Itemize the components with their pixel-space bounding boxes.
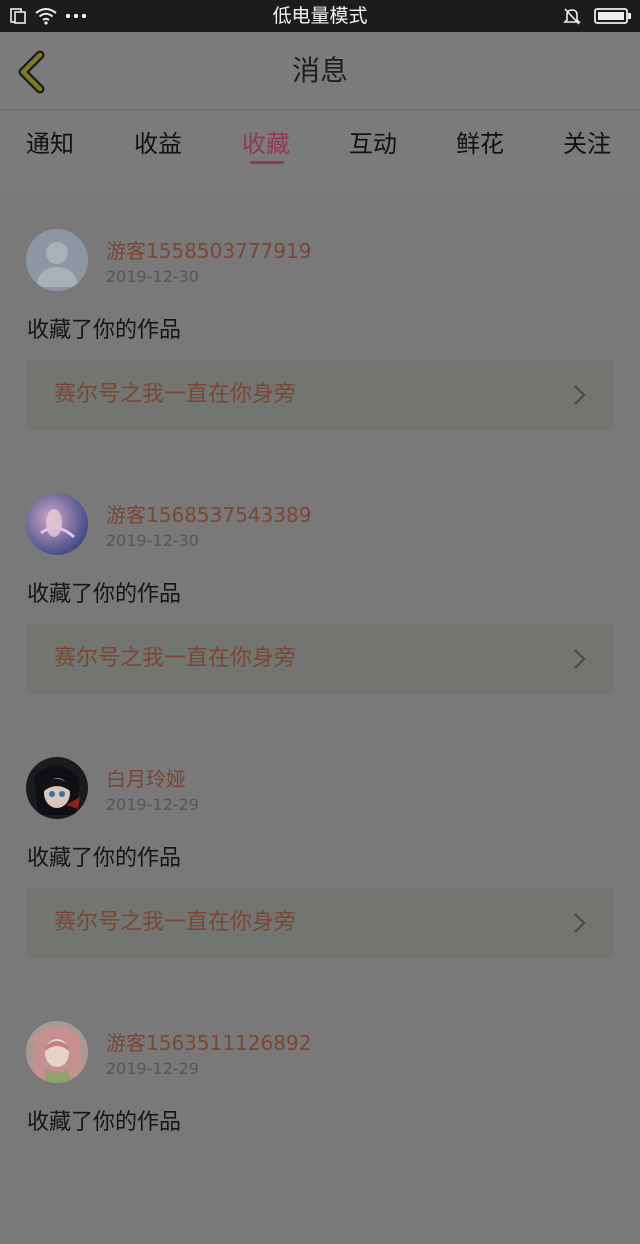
user-name[interactable]: 游客1568537543389 <box>106 499 311 528</box>
tab-following[interactable]: 关注 <box>563 124 611 159</box>
item-date: 2019-12-29 <box>106 1059 199 1078</box>
work-link[interactable]: 赛尔号之我一直在你身旁 <box>27 887 613 958</box>
status-title: 低电量模式 <box>272 5 368 27</box>
item-date: 2019-12-30 <box>106 267 199 286</box>
tab-flowers[interactable]: 鲜花 <box>456 124 504 159</box>
user-name[interactable]: 白月玲娅 <box>106 763 186 792</box>
tab-favorites[interactable]: 收藏 <box>242 124 290 159</box>
chevron-right-icon <box>574 385 586 405</box>
header: 消息 <box>0 32 640 110</box>
item-date: 2019-12-29 <box>106 795 199 814</box>
work-link[interactable]: 赛尔号之我一直在你身旁 <box>27 359 613 430</box>
tab-interactions[interactable]: 互动 <box>349 124 397 159</box>
item-date: 2019-12-30 <box>106 531 199 550</box>
action-text: 收藏了你的作品 <box>27 1110 182 1135</box>
chevron-left-icon <box>18 50 45 94</box>
anime-dark-hair-avatar-icon[interactable] <box>26 757 88 819</box>
page-title: 消息 <box>291 54 348 87</box>
work-title: 赛尔号之我一直在你身旁 <box>54 646 297 671</box>
status-bar: 低电量模式 <box>0 0 640 32</box>
list-item: 白月玲娅 2019-12-29 收藏了你的作品 赛尔号之我一直在你身旁 <box>0 730 640 980</box>
anime-girl-purple-avatar-icon[interactable] <box>26 493 88 555</box>
work-title: 赛尔号之我一直在你身旁 <box>54 910 297 935</box>
anime-pink-hair-avatar-icon[interactable] <box>26 1021 88 1083</box>
chevron-right-icon <box>574 649 586 669</box>
user-name[interactable]: 游客1558503777919 <box>106 235 311 264</box>
tab-earnings[interactable]: 收益 <box>134 124 182 159</box>
list-item: 游客1563511126892 2019-12-29 收藏了你的作品 <box>0 994 640 1244</box>
back-button[interactable] <box>14 50 54 94</box>
active-tab-indicator <box>250 161 284 164</box>
tab-bar: 通知 收益 收藏 互动 鲜花 关注 <box>0 110 640 186</box>
chevron-right-icon <box>574 913 586 933</box>
list-item: 游客1568537543389 2019-12-30 收藏了你的作品 赛尔号之我… <box>0 466 640 716</box>
action-text: 收藏了你的作品 <box>27 846 182 871</box>
work-link[interactable]: 赛尔号之我一直在你身旁 <box>27 623 613 694</box>
battery-icon <box>594 0 632 32</box>
action-text: 收藏了你的作品 <box>27 318 182 343</box>
tab-notifications[interactable]: 通知 <box>26 124 74 159</box>
work-title: 赛尔号之我一直在你身旁 <box>54 382 297 407</box>
user-name[interactable]: 游客1563511126892 <box>106 1027 311 1056</box>
list-item: 游客1558503777919 2019-12-30 收藏了你的作品 赛尔号之我… <box>0 202 640 452</box>
mute-bell-icon <box>562 0 582 32</box>
action-text: 收藏了你的作品 <box>27 582 182 607</box>
default-avatar-icon[interactable] <box>26 229 88 291</box>
